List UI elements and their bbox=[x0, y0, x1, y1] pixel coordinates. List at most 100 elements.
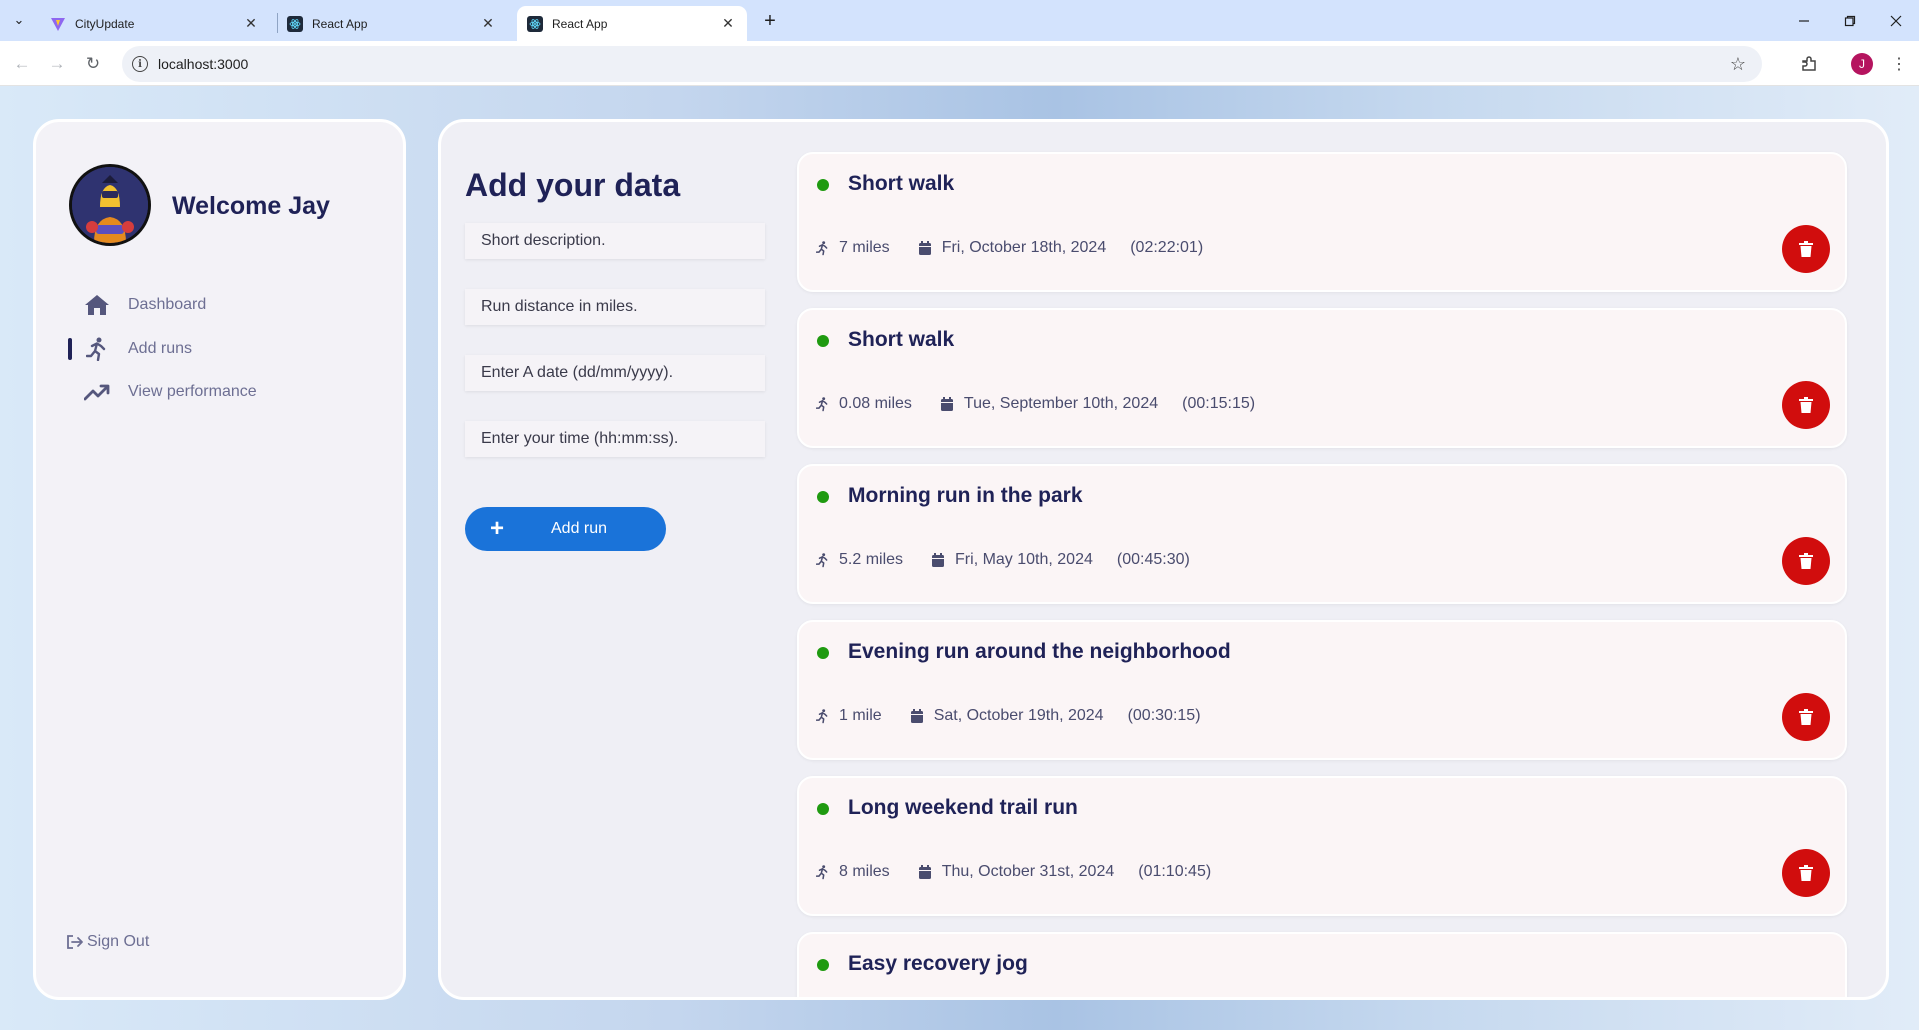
run-time: (00:15:15) bbox=[1182, 395, 1256, 412]
calendar-icon bbox=[910, 708, 929, 724]
plus-icon: + bbox=[489, 515, 504, 542]
close-window-icon[interactable] bbox=[1873, 0, 1919, 41]
status-dot bbox=[817, 959, 829, 971]
sidebar-item-view-performance[interactable]: View performance bbox=[82, 377, 257, 407]
run-title: Long weekend trail run bbox=[848, 796, 1078, 819]
run-distance-value: 7 miles bbox=[839, 239, 890, 256]
run-distance-value: 8 miles bbox=[839, 863, 890, 880]
run-card: Evening run around the neighborhood 1 mil… bbox=[797, 620, 1847, 760]
run-date-value: Thu, October 31st, 2024 bbox=[941, 863, 1115, 880]
trash-icon bbox=[1799, 709, 1813, 725]
sidebar-item-label: Add runs bbox=[128, 340, 193, 357]
runner-icon bbox=[82, 334, 112, 364]
add-run-button[interactable]: + Add run bbox=[465, 507, 666, 551]
browser-tab-react-app-active[interactable]: React App ✕ bbox=[517, 6, 747, 41]
runner-icon bbox=[816, 240, 834, 256]
reload-icon[interactable]: ↻ bbox=[79, 50, 107, 78]
tab-search-icon[interactable]: ⌄ bbox=[7, 8, 31, 32]
tab-title: React App bbox=[552, 16, 608, 31]
run-card: Long weekend trail run 8 miles Thu, Octobe… bbox=[797, 776, 1847, 916]
calendar-icon bbox=[918, 864, 937, 880]
welcome-heading: Welcome Jay bbox=[172, 192, 330, 220]
home-icon bbox=[82, 290, 112, 320]
date-input[interactable] bbox=[465, 355, 765, 391]
status-dot bbox=[817, 179, 829, 191]
sidebar-item-add-runs[interactable]: Add runs bbox=[82, 334, 192, 364]
tab-title: React App bbox=[312, 16, 368, 31]
minimize-icon[interactable] bbox=[1781, 0, 1827, 41]
close-tab-icon[interactable]: ✕ bbox=[719, 15, 737, 32]
run-date: Thu, October 31st, 2024 bbox=[918, 863, 1115, 881]
run-distance: 5.2 miles bbox=[816, 551, 903, 569]
run-meta: 5.2 miles Fri, May 10th, 2024 (00:45:30) bbox=[816, 551, 1190, 569]
browser-menu-icon[interactable]: ⋮ bbox=[1885, 50, 1913, 78]
forward-arrow-icon[interactable]: → bbox=[43, 50, 71, 78]
profile-avatar[interactable]: J bbox=[1851, 53, 1873, 75]
status-dot bbox=[817, 803, 829, 815]
runner-icon bbox=[816, 864, 834, 880]
trash-icon bbox=[1799, 397, 1813, 413]
run-meta: 8 miles Thu, October 31st, 2024 (01:10:45) bbox=[816, 863, 1211, 881]
run-date-value: Tue, September 10th, 2024 bbox=[963, 395, 1159, 412]
avatar bbox=[69, 164, 151, 246]
run-card: Short walk 7 miles Fri, October 18th, 2024… bbox=[797, 152, 1847, 292]
back-arrow-icon[interactable]: ← bbox=[8, 50, 36, 78]
delete-run-button[interactable] bbox=[1782, 225, 1830, 273]
status-dot bbox=[817, 491, 829, 503]
sign-out-button[interactable]: Sign Out bbox=[66, 933, 149, 951]
run-time: (02:22:01) bbox=[1130, 239, 1204, 256]
delete-run-button[interactable] bbox=[1782, 849, 1830, 897]
delete-run-button[interactable] bbox=[1782, 693, 1830, 741]
run-distance: 0.08 miles bbox=[816, 395, 912, 413]
time-input[interactable] bbox=[465, 421, 765, 457]
run-date: Fri, May 10th, 2024 bbox=[931, 551, 1093, 569]
sidebar-item-dashboard[interactable]: Dashboard bbox=[82, 290, 206, 320]
sidebar-item-label: View performance bbox=[128, 383, 257, 400]
bookmark-star-icon[interactable]: ☆ bbox=[1730, 54, 1746, 75]
run-distance: 7 miles bbox=[816, 239, 890, 257]
run-distance-value: 1 mile bbox=[839, 707, 882, 724]
sidebar: Welcome Jay Dashboard Add runs View perf… bbox=[33, 119, 406, 1000]
sidebar-item-label: Dashboard bbox=[128, 296, 207, 313]
run-title: Short walk bbox=[848, 328, 955, 351]
run-date: Fri, October 18th, 2024 bbox=[918, 239, 1106, 257]
run-distance-value: 5.2 miles bbox=[839, 551, 904, 568]
close-tab-icon[interactable]: ✕ bbox=[242, 15, 260, 32]
close-tab-icon[interactable]: ✕ bbox=[479, 15, 497, 32]
react-icon bbox=[527, 15, 543, 32]
address-bar[interactable]: i localhost:3000 ☆ bbox=[122, 46, 1762, 82]
calendar-icon bbox=[918, 240, 937, 256]
calendar-icon bbox=[931, 552, 950, 568]
run-title: Short walk bbox=[848, 172, 955, 195]
url-text[interactable]: localhost:3000 bbox=[158, 56, 1730, 72]
tab-title: CityUpdate bbox=[75, 16, 135, 31]
status-dot bbox=[817, 647, 829, 659]
run-meta: 0.08 miles Tue, September 10th, 2024 (00:1… bbox=[816, 395, 1255, 413]
browser-toolbar: ← → ↻ i localhost:3000 ☆ J ⋮ bbox=[0, 41, 1919, 86]
run-distance-value: 0.08 miles bbox=[839, 395, 912, 412]
description-input[interactable] bbox=[465, 223, 765, 259]
extensions-icon[interactable] bbox=[1795, 50, 1823, 78]
app-background: Welcome Jay Dashboard Add runs View perf… bbox=[0, 86, 1919, 1030]
run-meta: 1 mile Sat, October 19th, 2024 (00:30:15) bbox=[816, 707, 1201, 725]
run-date-value: Fri, May 10th, 2024 bbox=[955, 551, 1093, 568]
delete-run-button[interactable] bbox=[1782, 381, 1830, 429]
run-card: Morning run in the park 5.2 miles Fri, May… bbox=[797, 464, 1847, 604]
add-run-label: Add run bbox=[551, 520, 608, 537]
browser-tab-strip: ⌄ CityUpdate ✕ React App ✕ React App ✕ + bbox=[0, 0, 1919, 41]
delete-run-button[interactable] bbox=[1782, 537, 1830, 585]
run-title: Evening run around the neighborhood bbox=[848, 640, 1231, 663]
runner-icon bbox=[816, 708, 834, 724]
runner-icon bbox=[816, 396, 834, 412]
browser-tab-cityupdate[interactable]: CityUpdate ✕ bbox=[40, 6, 270, 41]
run-card: Short walk 0.08 miles Tue, September 10th,… bbox=[797, 308, 1847, 448]
sign-out-label: Sign Out bbox=[87, 933, 150, 950]
new-tab-button[interactable]: + bbox=[757, 8, 783, 34]
browser-tab-react-app[interactable]: React App ✕ bbox=[277, 6, 507, 41]
run-time: (00:45:30) bbox=[1116, 551, 1190, 568]
restore-icon[interactable] bbox=[1827, 0, 1873, 41]
run-distance: 1 mile bbox=[816, 707, 882, 725]
trash-icon bbox=[1799, 241, 1813, 257]
site-info-icon[interactable]: i bbox=[132, 56, 148, 72]
distance-input[interactable] bbox=[465, 289, 765, 325]
